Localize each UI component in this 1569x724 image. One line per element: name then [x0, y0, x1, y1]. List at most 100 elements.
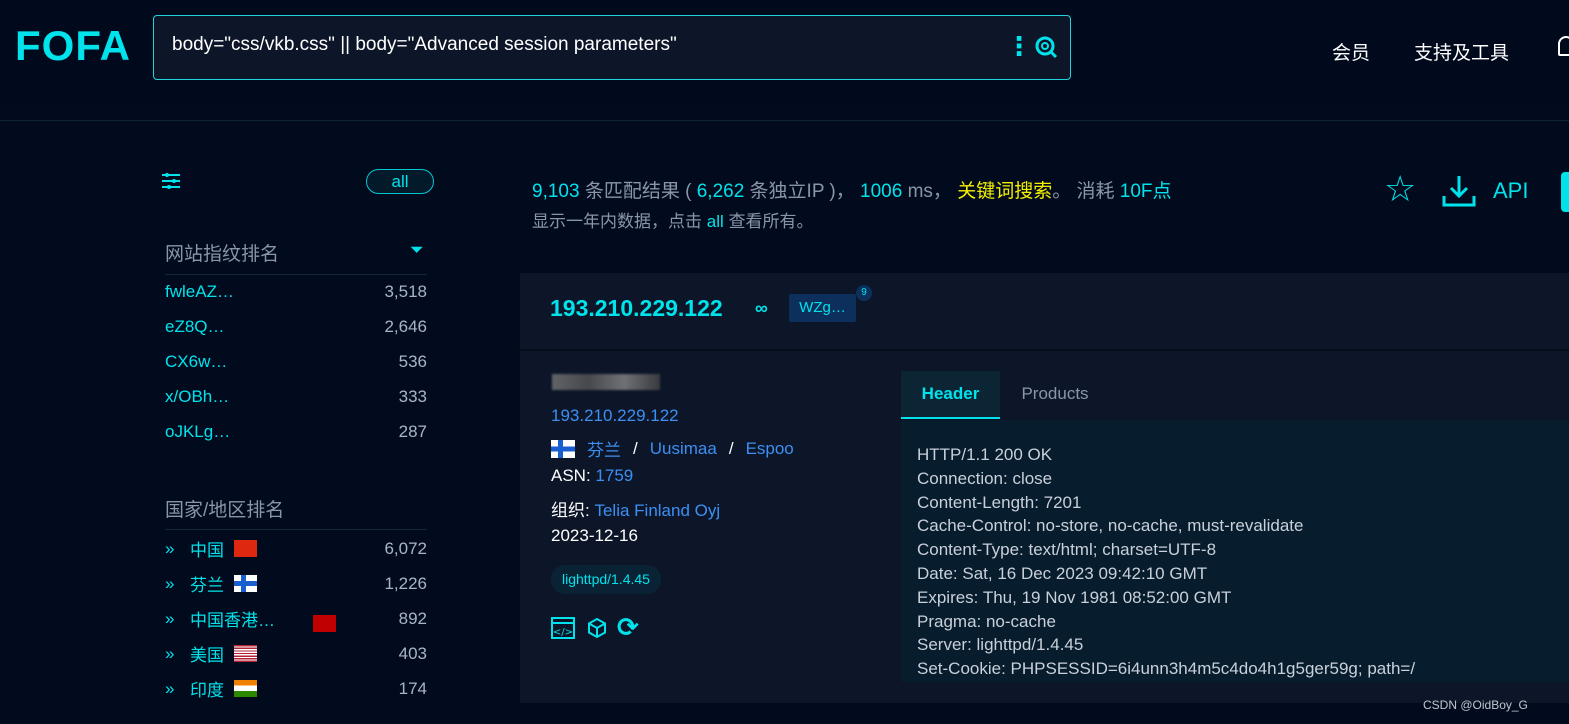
country-name[interactable]: 中国 — [190, 536, 224, 561]
fingerprint-name[interactable]: x/OBh… — [165, 387, 229, 407]
header-line: Content-Type: text/html; charset=UTF-8 — [917, 540, 1217, 560]
country-name[interactable]: 印度 — [190, 676, 224, 701]
fingerprint-item[interactable]: fwleAZ… 3,518 — [165, 274, 427, 309]
query-time: 1006 — [860, 181, 903, 202]
result-summary: 9,103 条匹配结果 ( 6,262 条独立IP )， 1006 ms， 关键… — [532, 176, 1172, 203]
country-name[interactable]: 芬兰 — [190, 571, 224, 596]
label: 条独立IP )， — [749, 181, 855, 202]
bell-icon[interactable] — [1558, 36, 1569, 56]
watermark: CSDN @OidBoy_G — [1423, 698, 1528, 712]
fingerprint-name[interactable]: fwleAZ… — [165, 282, 234, 302]
country-link[interactable]: 芬兰 — [587, 436, 621, 461]
all-link[interactable]: all — [707, 212, 724, 231]
refresh-icon[interactable]: ⟳ — [617, 612, 639, 643]
fingerprint-tag[interactable]: WZg… — [789, 294, 856, 322]
fingerprint-name[interactable]: eZ8Q… — [165, 317, 225, 337]
header-line: Expires: Thu, 19 Nov 1981 08:52:00 GMT — [917, 587, 1232, 607]
tag-count-badge: 9 — [856, 285, 872, 301]
label: 。 消耗 — [1052, 181, 1115, 202]
header-line: Set-Cookie: PHPSESSID=6i4unn3h4m5c4do4h1… — [917, 659, 1416, 679]
asn-link[interactable]: 1759 — [595, 466, 633, 485]
country-item[interactable]: » 印度 174 — [165, 671, 427, 706]
fingerprint-count: 287 — [398, 421, 427, 441]
fingerprint-item[interactable]: oJKLg… 287 — [165, 414, 427, 449]
fi-flag-icon — [234, 575, 257, 592]
divider — [520, 349, 1569, 351]
country-count: 892 — [398, 608, 427, 628]
org-link[interactable]: Telia Finland Oyj — [594, 501, 720, 520]
label: 组织: — [551, 501, 590, 520]
country-count: 174 — [398, 678, 427, 698]
http-header-panel: HTTP/1.1 200 OK Connection: close Content-… — [901, 420, 1569, 682]
cube-icon[interactable] — [587, 617, 607, 639]
cn-flag-icon — [234, 540, 257, 557]
divider — [0, 120, 1569, 121]
header-line: HTTP/1.1 200 OK — [917, 445, 1053, 464]
country-name[interactable]: 中国香港… — [190, 606, 275, 631]
finland-flag-icon — [551, 439, 575, 458]
fingerprint-item[interactable]: eZ8Q… 2,646 — [165, 309, 427, 344]
filter-settings-icon[interactable] — [161, 171, 181, 191]
server-tag[interactable]: lighttpd/1.4.45 — [551, 565, 661, 594]
tab-header[interactable]: Header — [901, 371, 1000, 419]
tab-products[interactable]: Products — [1000, 371, 1110, 419]
date: 2023-12-16 — [551, 526, 638, 545]
header-line: Content-Length: 7201 — [917, 492, 1082, 512]
chevrons-right-icon: » — [165, 608, 175, 628]
svg-text:</>: </> — [553, 627, 573, 638]
country-item[interactable]: » 中国香港… 892 — [165, 601, 427, 636]
fingerprint-name[interactable]: CX6w… — [165, 352, 227, 372]
all-button[interactable]: all — [366, 169, 434, 194]
points-cost: 10F点 — [1119, 181, 1172, 202]
chevrons-right-icon: » — [165, 643, 175, 663]
code-icon[interactable]: </> — [551, 617, 575, 639]
country-name[interactable]: 美国 — [190, 641, 224, 666]
fingerprint-name[interactable]: oJKLg… — [165, 422, 230, 442]
filter-icon[interactable]: ⏷ — [410, 240, 424, 260]
label: 查看所有。 — [728, 212, 814, 231]
city-link[interactable]: Espoo — [746, 439, 794, 459]
hk-flag-icon — [313, 615, 336, 632]
location: 芬兰 / Uusimaa / Espoo — [551, 436, 794, 461]
nav-vip[interactable]: 会员 — [1332, 38, 1370, 65]
keyword-search-link[interactable]: 关键词搜索 — [957, 181, 1052, 202]
nav-tools[interactable]: 支持及工具 — [1414, 38, 1509, 65]
header-line: Server: lighttpd/1.4.45 — [917, 635, 1084, 655]
download-icon[interactable] — [1441, 174, 1477, 208]
asn: ASN: 1759 — [551, 466, 633, 486]
ip-link[interactable]: 193.210.229.122 — [551, 406, 679, 426]
country-count: 403 — [398, 643, 427, 663]
fingerprint-item[interactable]: CX6w… 536 — [165, 344, 427, 379]
header-line: Cache-Control: no-store, no-cache, must-… — [917, 516, 1304, 536]
result-ip[interactable]: 193.210.229.122 — [550, 295, 723, 322]
side-button[interactable] — [1561, 172, 1569, 212]
search-box: ⋮ — [153, 15, 1071, 80]
fingerprint-item[interactable]: x/OBh… 333 — [165, 379, 427, 414]
header-line: Date: Sat, 16 Dec 2023 09:42:10 GMT — [917, 563, 1208, 583]
label: ASN: — [551, 466, 591, 485]
label: ms， — [907, 181, 952, 202]
more-options-icon[interactable]: ⋮ — [1006, 30, 1032, 62]
country-ranking-title: 国家/地区排名 — [165, 500, 285, 521]
country-item[interactable]: » 芬兰 1,226 — [165, 566, 427, 601]
api-button[interactable]: API — [1493, 178, 1528, 204]
country-count: 6,072 — [384, 538, 427, 558]
search-icon[interactable] — [1034, 35, 1058, 59]
country-count: 1,226 — [384, 573, 427, 593]
country-item[interactable]: » 中国 6,072 — [165, 531, 427, 566]
fingerprint-count: 3,518 — [384, 281, 427, 301]
chevrons-right-icon: » — [165, 573, 175, 593]
data-range-note: 显示一年内数据，点击 all 查看所有。 — [532, 207, 813, 232]
fofa-logo[interactable]: FOFA — [15, 22, 131, 70]
header-line: Pragma: no-cache — [917, 611, 1056, 631]
region-link[interactable]: Uusimaa — [650, 439, 717, 459]
label: 显示一年内数据，点击 — [532, 212, 702, 231]
blurred-title — [552, 374, 660, 390]
search-input[interactable] — [172, 34, 992, 56]
country-item[interactable]: » 美国 403 — [165, 636, 427, 671]
link-icon[interactable]: ∞ — [755, 298, 768, 319]
label: 条匹配结果 ( — [584, 181, 692, 202]
fingerprint-count: 536 — [398, 351, 427, 371]
fingerprint-count: 333 — [398, 386, 427, 406]
star-icon[interactable]: ☆ — [1384, 168, 1416, 210]
